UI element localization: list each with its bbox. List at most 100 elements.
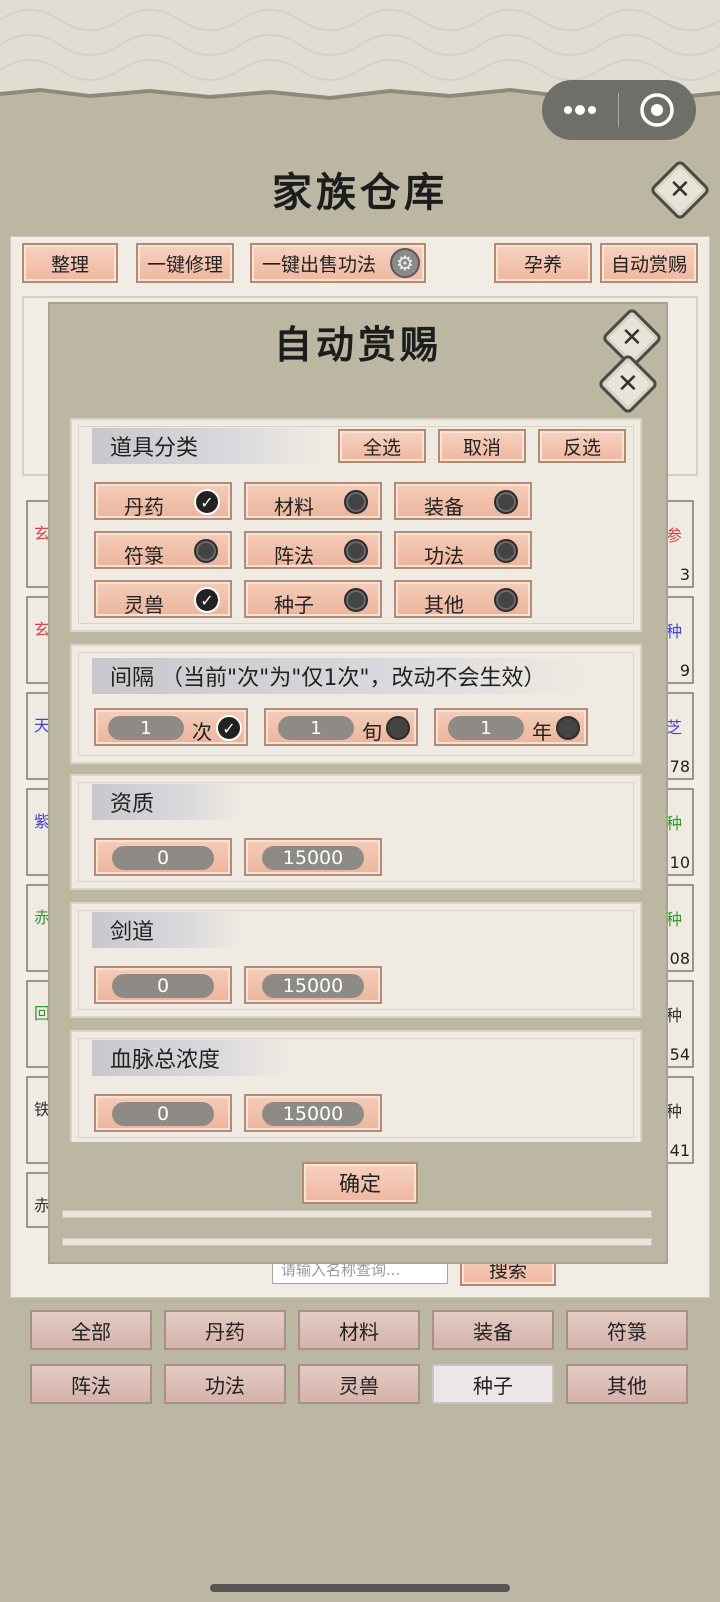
category-tab-pill[interactable]: 丹药: [164, 1310, 286, 1350]
page-title: 家族仓库: [272, 169, 448, 216]
item-card-count: 54: [669, 1045, 690, 1064]
category-checkbox-other[interactable]: 其他: [394, 580, 532, 618]
range-value: 0: [112, 846, 214, 870]
interval-option-xun[interactable]: 1 旬: [264, 708, 418, 746]
sell-method-label: 一键出售功法: [262, 253, 377, 276]
item-card-text: 芝: [666, 718, 683, 737]
list-edge: [62, 1210, 652, 1218]
close-icon: ✕: [669, 174, 691, 205]
item-card-count: 78: [669, 757, 690, 776]
tidy-button[interactable]: 整理: [22, 243, 118, 283]
sword-label: 剑道: [92, 912, 242, 948]
unchecked-dot-icon: [344, 588, 368, 612]
interval-unit: 次: [192, 720, 212, 744]
range-value: 15000: [262, 974, 364, 998]
category-tab-equipment[interactable]: 装备: [432, 1310, 554, 1350]
checkbox-label: 阵法: [274, 544, 314, 568]
category-checkbox-talisman[interactable]: 符箓: [94, 531, 232, 569]
modal-title: 自动赏赐: [273, 322, 442, 367]
auto-reward-button[interactable]: 自动赏赐: [600, 243, 698, 283]
unchecked-dot-icon: [194, 539, 218, 563]
category-checkbox-material[interactable]: 材料: [244, 482, 382, 520]
range-value: 15000: [262, 846, 364, 870]
miniprogram-capsule: [542, 80, 696, 140]
interval-value: 1: [448, 716, 524, 740]
interval-unit: 年: [532, 720, 552, 744]
category-tab-all[interactable]: 全部: [30, 1310, 152, 1350]
item-card-text: 种: [666, 814, 683, 833]
checkmark-icon: ✓: [194, 489, 220, 515]
invert-selection-button[interactable]: 反选: [538, 429, 626, 463]
category-checkbox-formation[interactable]: 阵法: [244, 531, 382, 569]
item-card-count: 10: [669, 853, 690, 872]
close-icon: ✕: [621, 322, 643, 353]
checkmark-icon: ✓: [216, 715, 242, 741]
item-card-text: 种: [666, 1006, 683, 1025]
checkbox-label: 其他: [424, 593, 464, 617]
aptitude-label: 资质: [92, 784, 242, 820]
interval-value: 1: [108, 716, 184, 740]
category-checkbox-seed[interactable]: 种子: [244, 580, 382, 618]
checkbox-label: 种子: [274, 593, 314, 617]
checkmark-icon: ✓: [194, 587, 220, 613]
checkbox-label: 装备: [424, 495, 464, 519]
exit-button[interactable]: [619, 80, 695, 140]
gear-icon[interactable]: ⚙: [390, 248, 420, 278]
more-button[interactable]: [542, 80, 618, 140]
item-card-count: 41: [669, 1141, 690, 1160]
aptitude-max-input[interactable]: 15000: [244, 838, 382, 876]
category-tab-method[interactable]: 功法: [164, 1364, 286, 1404]
range-value: 0: [112, 974, 214, 998]
item-card-count: 9: [679, 661, 690, 680]
unchecked-dot-icon: [344, 490, 368, 514]
unchecked-dot-icon: [344, 539, 368, 563]
sword-max-input[interactable]: 15000: [244, 966, 382, 1004]
range-value: 15000: [262, 1102, 364, 1126]
checkbox-label: 丹药: [124, 495, 164, 519]
category-tab-beast[interactable]: 灵兽: [298, 1364, 420, 1404]
select-all-button[interactable]: 全选: [338, 429, 426, 463]
category-checkbox-pill[interactable]: 丹药 ✓: [94, 482, 232, 520]
unchecked-dot-icon: [556, 716, 580, 740]
item-card-count: 3: [679, 565, 690, 584]
confirm-button[interactable]: 确定: [302, 1162, 418, 1204]
item-card-text: 种: [666, 622, 683, 641]
sword-min-input[interactable]: 0: [94, 966, 232, 1004]
bloodline-max-input[interactable]: 15000: [244, 1094, 382, 1132]
category-tab-talisman[interactable]: 符箓: [566, 1310, 688, 1350]
item-card-text: 参: [666, 526, 683, 545]
checkbox-label: 符箓: [124, 544, 164, 568]
repair-button[interactable]: 一键修理: [136, 243, 234, 283]
category-checkbox-equipment[interactable]: 装备: [394, 482, 532, 520]
interval-label: 间隔 （当前"次"为"仅1次"，改动不会生效）: [92, 658, 592, 694]
item-card-text: 种: [666, 1102, 683, 1121]
target-icon: [640, 93, 674, 127]
category-tab-other[interactable]: 其他: [566, 1364, 688, 1404]
category-checkbox-method[interactable]: 功法: [394, 531, 532, 569]
home-indicator: [210, 1584, 510, 1592]
unchecked-dot-icon: [494, 539, 518, 563]
checkbox-label: 功法: [424, 544, 464, 568]
interval-unit: 旬: [362, 720, 382, 744]
interval-value: 1: [278, 716, 354, 740]
list-edge: [62, 1238, 652, 1246]
cancel-selection-button[interactable]: 取消: [438, 429, 526, 463]
bloodline-min-input[interactable]: 0: [94, 1094, 232, 1132]
interval-option-times[interactable]: 1 次 ✓: [94, 708, 248, 746]
dots-icon: [564, 105, 596, 115]
category-tab-material[interactable]: 材料: [298, 1310, 420, 1350]
unchecked-dot-icon: [494, 588, 518, 612]
category-tab-seed[interactable]: 种子: [432, 1364, 554, 1404]
checkbox-label: 灵兽: [124, 593, 164, 617]
item-category-label: 道具分类: [92, 428, 322, 464]
item-card-count: 08: [669, 949, 690, 968]
category-checkbox-beast[interactable]: 灵兽 ✓: [94, 580, 232, 618]
unchecked-dot-icon: [494, 490, 518, 514]
category-tab-formation[interactable]: 阵法: [30, 1364, 152, 1404]
interval-option-year[interactable]: 1 年: [434, 708, 588, 746]
unchecked-dot-icon: [386, 716, 410, 740]
nurture-button[interactable]: 孕养: [494, 243, 592, 283]
close-icon: ✕: [617, 368, 639, 399]
aptitude-min-input[interactable]: 0: [94, 838, 232, 876]
checkbox-label: 材料: [274, 495, 314, 519]
